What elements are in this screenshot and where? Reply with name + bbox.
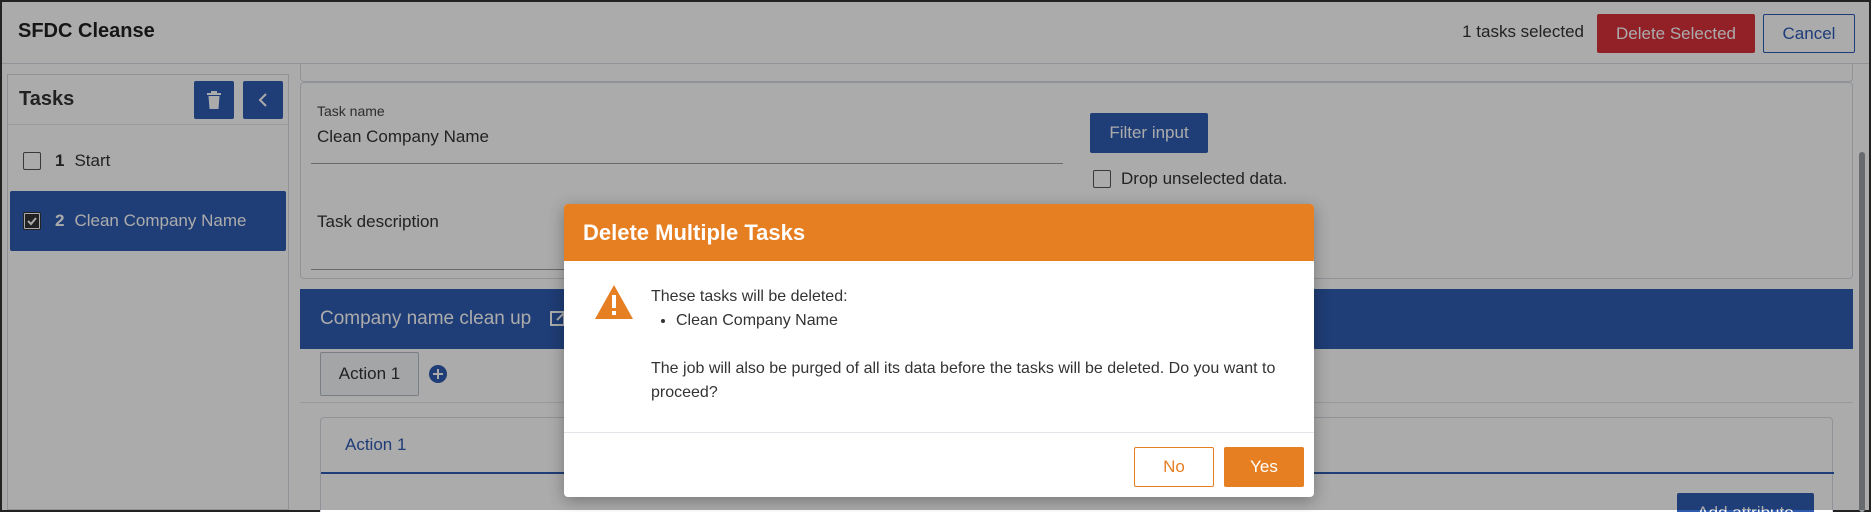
modal-task-item: Clean Company Name [676, 309, 1291, 333]
modal-intro: These tasks will be deleted: [651, 288, 848, 305]
modal-body: These tasks will be deleted: Clean Compa… [564, 261, 1314, 433]
no-button[interactable]: No [1134, 447, 1214, 487]
modal-footer: No Yes [564, 433, 1314, 496]
modal-message: These tasks will be deleted: Clean Compa… [651, 285, 1291, 405]
modal-task-list: Clean Company Name [676, 309, 1291, 333]
yes-button[interactable]: Yes [1224, 447, 1304, 487]
modal-title: Delete Multiple Tasks [564, 204, 1314, 261]
delete-tasks-modal: Delete Multiple Tasks These tasks will b… [564, 204, 1314, 497]
modal-warning-text: The job will also be purged of all its d… [651, 360, 1276, 401]
warning-icon [595, 285, 633, 319]
